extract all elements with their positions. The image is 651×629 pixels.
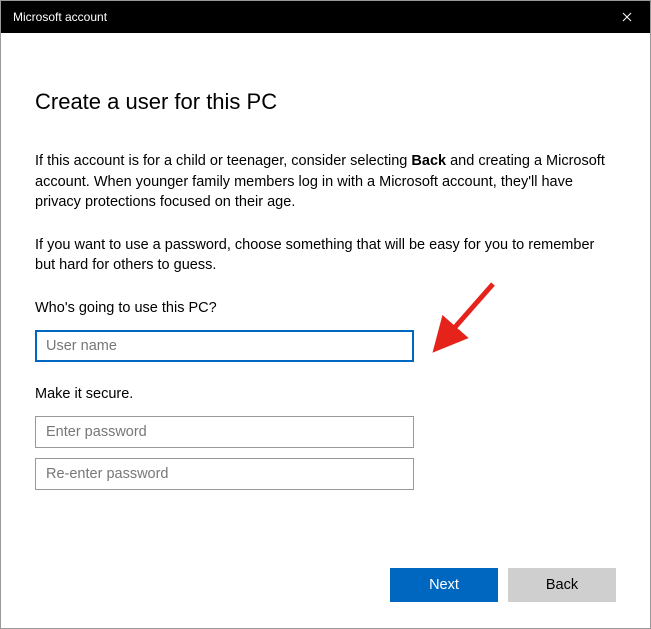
button-bar: Next Back	[390, 568, 616, 602]
password-input[interactable]	[35, 416, 414, 448]
window-title: Microsoft account	[13, 10, 107, 24]
dialog-content: Create a user for this PC If this accoun…	[1, 33, 650, 490]
password-section-label: Make it secure.	[35, 386, 616, 402]
close-button[interactable]	[604, 1, 650, 33]
intro-paragraph-2: If you want to use a password, choose so…	[35, 235, 615, 276]
username-input[interactable]	[35, 330, 414, 362]
text: If this account is for a child or teenag…	[35, 153, 411, 169]
intro-paragraph-1: If this account is for a child or teenag…	[35, 151, 615, 213]
next-button[interactable]: Next	[390, 568, 498, 602]
titlebar: Microsoft account	[1, 1, 650, 33]
page-title: Create a user for this PC	[35, 89, 616, 115]
back-button[interactable]: Back	[508, 568, 616, 602]
reenter-password-input[interactable]	[35, 458, 414, 490]
bold-text: Back	[411, 153, 446, 169]
close-icon	[622, 12, 632, 22]
username-label: Who's going to use this PC?	[35, 300, 616, 316]
